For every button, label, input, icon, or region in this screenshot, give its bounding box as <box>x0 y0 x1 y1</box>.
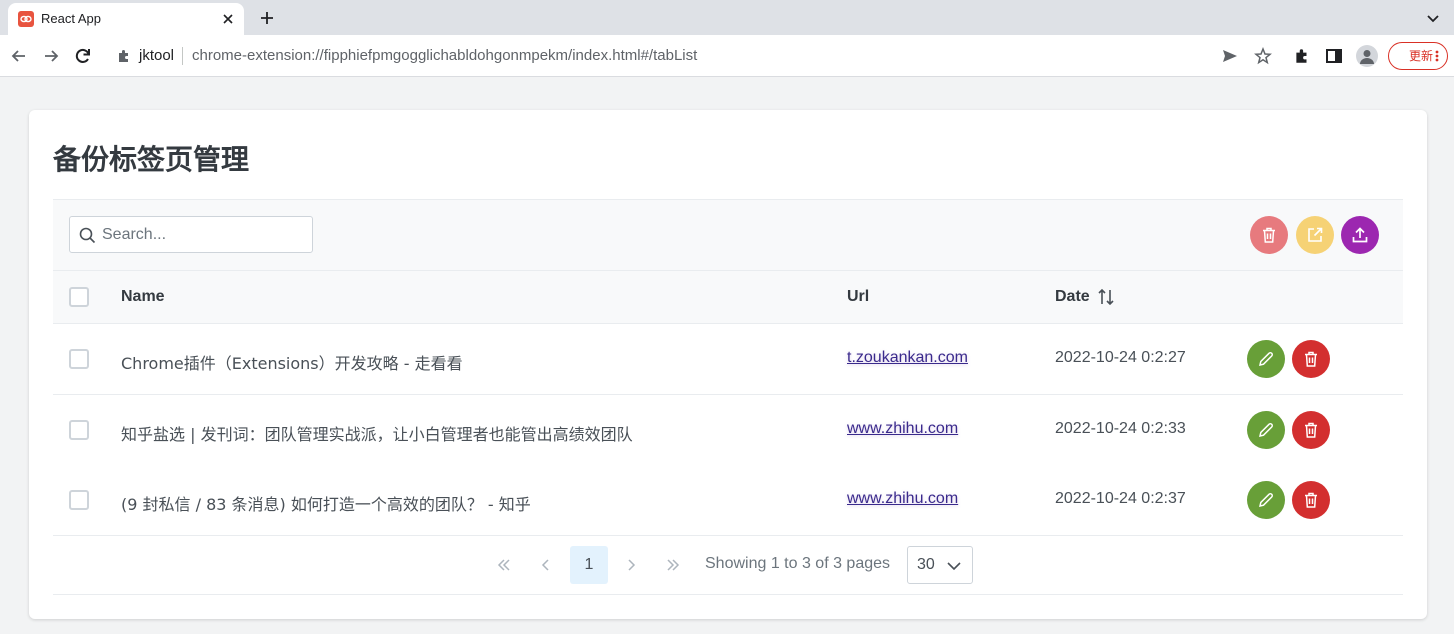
table-toolbar <box>53 199 1403 271</box>
close-tab-icon[interactable] <box>218 9 238 29</box>
sort-icon[interactable] <box>1097 287 1115 307</box>
edit-button[interactable] <box>1247 411 1285 449</box>
select-all-checkbox[interactable] <box>69 287 89 307</box>
row-name: Chrome插件（Extensions）开发攻略 - 走看看 <box>121 354 463 373</box>
edit-button[interactable] <box>1247 340 1285 378</box>
url-separator <box>182 47 183 65</box>
row-url-link[interactable]: www.zhihu.com <box>847 420 958 438</box>
page-report: Showing 1 to 3 of 3 pages <box>705 555 891 572</box>
open-selected-button[interactable] <box>1296 216 1334 254</box>
site-name: jktool <box>139 47 175 64</box>
edit-button[interactable] <box>1247 481 1285 519</box>
delete-button[interactable] <box>1292 340 1330 378</box>
browser-toolbar: jktool chrome-extension://fipphiefpmgogg… <box>0 35 1454 77</box>
delete-button[interactable] <box>1292 481 1330 519</box>
trash-icon <box>1305 492 1317 508</box>
browser-tab[interactable]: React App <box>8 3 244 35</box>
row-name: 知乎盐选 | 发刊词：团队管理实战派，让小白管理者也能管出高绩效团队 <box>121 425 633 444</box>
row-date: 2022-10-24 0:2:33 <box>1055 420 1186 437</box>
bookmark-star-icon[interactable] <box>1254 46 1272 65</box>
export-button[interactable] <box>1341 216 1379 254</box>
external-link-icon <box>1308 227 1323 242</box>
pencil-icon <box>1259 493 1273 507</box>
prev-page-icon[interactable] <box>527 546 565 584</box>
page-title: 备份标签页管理 <box>53 143 250 176</box>
row-date: 2022-10-24 0:2:37 <box>1055 490 1186 507</box>
side-panel-icon[interactable] <box>1325 47 1343 65</box>
forward-arrow-icon[interactable] <box>41 46 61 66</box>
profile-avatar-icon[interactable] <box>1356 45 1378 67</box>
last-page-icon[interactable] <box>654 546 692 584</box>
browser-tab-strip: React App <box>0 0 1454 35</box>
table-row: 知乎盐选 | 发刊词：团队管理实战派，让小白管理者也能管出高绩效团队 www.z… <box>53 395 1403 466</box>
row-checkbox[interactable] <box>69 490 89 510</box>
row-checkbox[interactable] <box>69 349 89 369</box>
paginator: 1 Showing 1 to 3 of 3 pages 30 <box>53 536 1403 595</box>
upload-icon <box>1352 227 1368 243</box>
first-page-icon[interactable] <box>485 546 523 584</box>
delete-selected-button[interactable] <box>1250 216 1288 254</box>
tab-search-chevron-icon[interactable] <box>1424 9 1442 27</box>
search-icon <box>79 227 96 244</box>
trash-icon <box>1263 227 1275 243</box>
pencil-icon <box>1259 423 1273 437</box>
more-dots-icon <box>1435 50 1439 62</box>
send-tab-icon[interactable] <box>1221 47 1239 65</box>
update-label: 更新 <box>1409 49 1434 63</box>
search-box[interactable] <box>69 216 313 253</box>
row-url-link[interactable]: www.zhihu.com <box>847 490 958 508</box>
next-page-icon[interactable] <box>612 546 650 584</box>
table-row: Chrome插件（Extensions）开发攻略 - 走看看 t.zoukank… <box>53 324 1403 395</box>
column-header-name[interactable]: Name <box>121 288 165 306</box>
address-bar-url[interactable]: chrome-extension://fipphiefpmgogglichabl… <box>192 47 697 64</box>
delete-button[interactable] <box>1292 411 1330 449</box>
trash-icon <box>1305 351 1317 367</box>
chevron-down-icon <box>947 562 961 571</box>
tab-backup-card: 备份标签页管理 Name Url Date Chrome插件（Extension… <box>29 110 1427 619</box>
page-number-button[interactable]: 1 <box>570 546 608 584</box>
extensions-puzzle-icon[interactable] <box>1293 47 1311 65</box>
row-name: (9 封私信 / 83 条消息) 如何打造一个高效的团队？ - 知乎 <box>121 495 531 514</box>
row-date: 2022-10-24 0:2:27 <box>1055 349 1186 366</box>
search-input[interactable] <box>102 223 302 247</box>
back-arrow-icon[interactable] <box>9 46 29 66</box>
column-header-date[interactable]: Date <box>1055 288 1090 306</box>
row-checkbox[interactable] <box>69 420 89 440</box>
pencil-icon <box>1259 352 1273 366</box>
column-header-url[interactable]: Url <box>847 288 869 306</box>
table-row: (9 封私信 / 83 条消息) 如何打造一个高效的团队？ - 知乎 www.z… <box>53 465 1403 536</box>
row-url-link[interactable]: t.zoukankan.com <box>847 349 968 367</box>
trash-icon <box>1305 422 1317 438</box>
update-button[interactable]: 更新 <box>1388 42 1448 70</box>
table-header-row: Name Url Date <box>53 271 1403 324</box>
extension-puzzle-icon <box>116 48 132 64</box>
new-tab-plus-icon[interactable] <box>256 7 278 29</box>
rows-per-page-dropdown[interactable]: 30 <box>907 546 973 584</box>
reload-icon[interactable] <box>73 46 93 66</box>
rows-per-page-value: 30 <box>917 556 935 573</box>
react-app-favicon-icon <box>18 11 34 27</box>
tab-title: React App <box>41 11 101 26</box>
